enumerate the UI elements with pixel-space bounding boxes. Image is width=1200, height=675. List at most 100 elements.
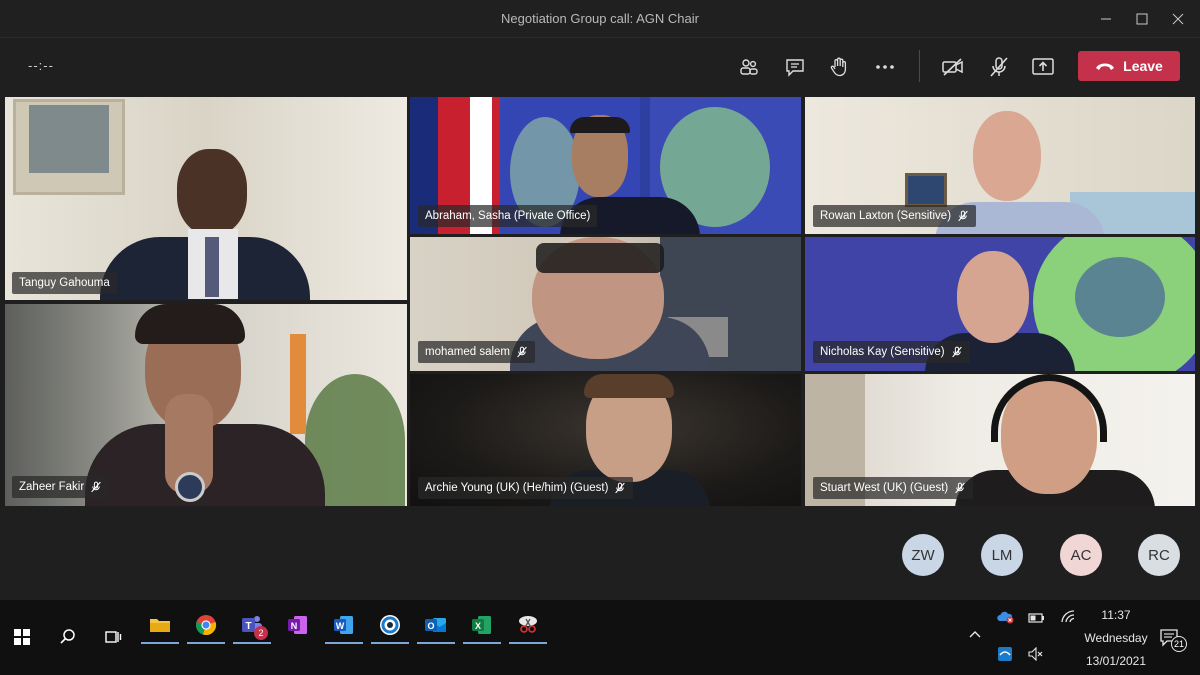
video-tile-rowan-laxton[interactable]: Rowan Laxton (Sensitive) (805, 97, 1195, 234)
video-tile-nicholas-kay[interactable]: Nicholas Kay (Sensitive) (805, 237, 1195, 371)
notification-count: 21 (1171, 636, 1187, 652)
webex-app[interactable] (370, 608, 410, 644)
leave-button[interactable]: Leave (1078, 51, 1180, 81)
more-options-button[interactable] (868, 51, 902, 83)
video-tile-archie-young[interactable]: Archie Young (UK) (He/him) (Guest) (410, 374, 801, 506)
participant-name: mohamed salem (425, 346, 511, 358)
participant-nametag: mohamed salem (418, 341, 536, 363)
search-icon (60, 629, 75, 644)
camera-toggle-button[interactable] (936, 51, 970, 83)
file-explorer-icon (150, 619, 170, 632)
participant-name: Rowan Laxton (Sensitive) (820, 210, 952, 222)
raise-hand-icon (830, 57, 847, 77)
task-view-icon (105, 631, 122, 643)
notification-center-button[interactable]: 21 (1160, 628, 1187, 652)
running-indicator (325, 642, 363, 644)
video-tile-abraham-sasha[interactable]: Abraham, Sasha (Private Office) (410, 97, 801, 234)
snipping-tool-icon (519, 616, 537, 633)
svg-text:N: N (291, 621, 298, 631)
onenote-icon: N (288, 616, 307, 634)
participant-nametag: Nicholas Kay (Sensitive) (813, 341, 970, 363)
running-indicator (187, 642, 225, 644)
participants-button[interactable] (732, 51, 766, 83)
network-tray-button[interactable] (1060, 610, 1076, 627)
participant-name: Zaheer Fakir (19, 481, 85, 493)
maximize-button[interactable] (1122, 0, 1162, 38)
video-tile-mohamed-salem[interactable]: mohamed salem (410, 237, 801, 371)
task-view-button[interactable] (93, 620, 133, 654)
window-title: Negotiation Group call: AGN Chair (501, 11, 699, 26)
word-app[interactable]: W (324, 608, 364, 644)
participant-nametag: Abraham, Sasha (Private Office) (418, 205, 598, 227)
mic-off-icon (958, 210, 968, 222)
onedrive-tray-button[interactable] (997, 610, 1015, 627)
raise-hand-button[interactable] (822, 51, 856, 83)
clock-day: Wednesday (1084, 631, 1148, 645)
maximize-icon (1136, 13, 1148, 25)
camera-off-icon (942, 58, 963, 76)
share-screen-button[interactable] (1026, 51, 1060, 83)
windows-taskbar: T 2 N W O X 11:37 Wednesday 13/01/2021 2… (0, 600, 1200, 675)
mic-off-icon (517, 346, 527, 358)
share-screen-icon (1032, 58, 1054, 75)
onenote-app[interactable]: N (278, 608, 318, 642)
running-indicator (463, 642, 501, 644)
clock-date: 13/01/2021 (1085, 654, 1147, 668)
teams-app[interactable]: T 2 (232, 608, 272, 644)
video-tile-zaheer-fakir[interactable]: Zaheer Fakir (5, 304, 407, 506)
participant-nametag: Stuart West (UK) (Guest) (813, 477, 974, 499)
minimize-icon (1101, 18, 1111, 20)
minimize-button[interactable] (1086, 0, 1126, 38)
excel-app[interactable]: X (462, 608, 502, 644)
close-button[interactable] (1158, 0, 1198, 38)
snipping-tool-app[interactable] (508, 608, 548, 644)
meeting-toolbar: --:-- Leave (0, 38, 1200, 96)
video-tile-stuart-west[interactable]: Stuart West (UK) (Guest) (805, 374, 1195, 506)
outlook-icon: O (425, 618, 446, 632)
onedrive-error-icon (997, 611, 1014, 624)
clock-time: 11:37 (1101, 608, 1131, 622)
mic-off-icon (615, 482, 626, 494)
hang-up-icon (1096, 63, 1115, 70)
teams-badge: 2 (254, 626, 268, 640)
chat-icon (786, 59, 804, 77)
svg-text:O: O (427, 621, 434, 631)
video-tile-tanguy-gahouma[interactable]: Tanguy Gahouma (5, 97, 407, 300)
webex-icon (380, 615, 400, 635)
toolbar-divider (919, 50, 920, 82)
mic-toggle-button[interactable] (982, 51, 1016, 83)
participant-nametag: Rowan Laxton (Sensitive) (813, 205, 977, 227)
webex-tray-button[interactable] (997, 646, 1013, 665)
file-explorer-app[interactable] (140, 608, 180, 644)
participants-icon (740, 59, 758, 75)
participant-avatar[interactable]: AC (1060, 534, 1102, 576)
word-icon: W (334, 616, 353, 634)
participant-avatar[interactable]: ZW (902, 534, 944, 576)
battery-tray-button[interactable] (1028, 612, 1046, 627)
participant-nametag: Zaheer Fakir (12, 476, 110, 498)
chat-button[interactable] (778, 51, 812, 83)
participant-avatar[interactable]: RC (1138, 534, 1180, 576)
teams-meeting-window: Negotiation Group call: AGN Chair --:-- (0, 0, 1200, 675)
outlook-app[interactable]: O (416, 608, 456, 644)
show-hidden-icons-button[interactable] (968, 628, 982, 642)
running-indicator (233, 642, 271, 644)
chrome-app[interactable] (186, 608, 226, 644)
leave-label: Leave (1123, 58, 1163, 74)
start-button[interactable] (2, 620, 42, 654)
more-options-icon (876, 65, 894, 69)
participant-name: Abraham, Sasha (Private Office) (425, 210, 591, 222)
volume-muted-icon (1028, 646, 1043, 662)
wifi-icon (1061, 610, 1075, 623)
battery-icon (1028, 613, 1044, 623)
participant-nametag: Archie Young (UK) (He/him) (Guest) (418, 477, 634, 499)
search-button[interactable] (48, 620, 88, 654)
volume-tray-button[interactable] (1028, 646, 1044, 664)
title-bar: Negotiation Group call: AGN Chair (0, 0, 1200, 38)
mic-off-icon (91, 481, 101, 493)
svg-text:T: T (245, 621, 251, 632)
running-indicator (417, 642, 455, 644)
participant-name: Tanguy Gahouma (19, 277, 110, 289)
participant-avatar[interactable]: LM (981, 534, 1023, 576)
participant-name: Nicholas Kay (Sensitive) (820, 346, 945, 358)
